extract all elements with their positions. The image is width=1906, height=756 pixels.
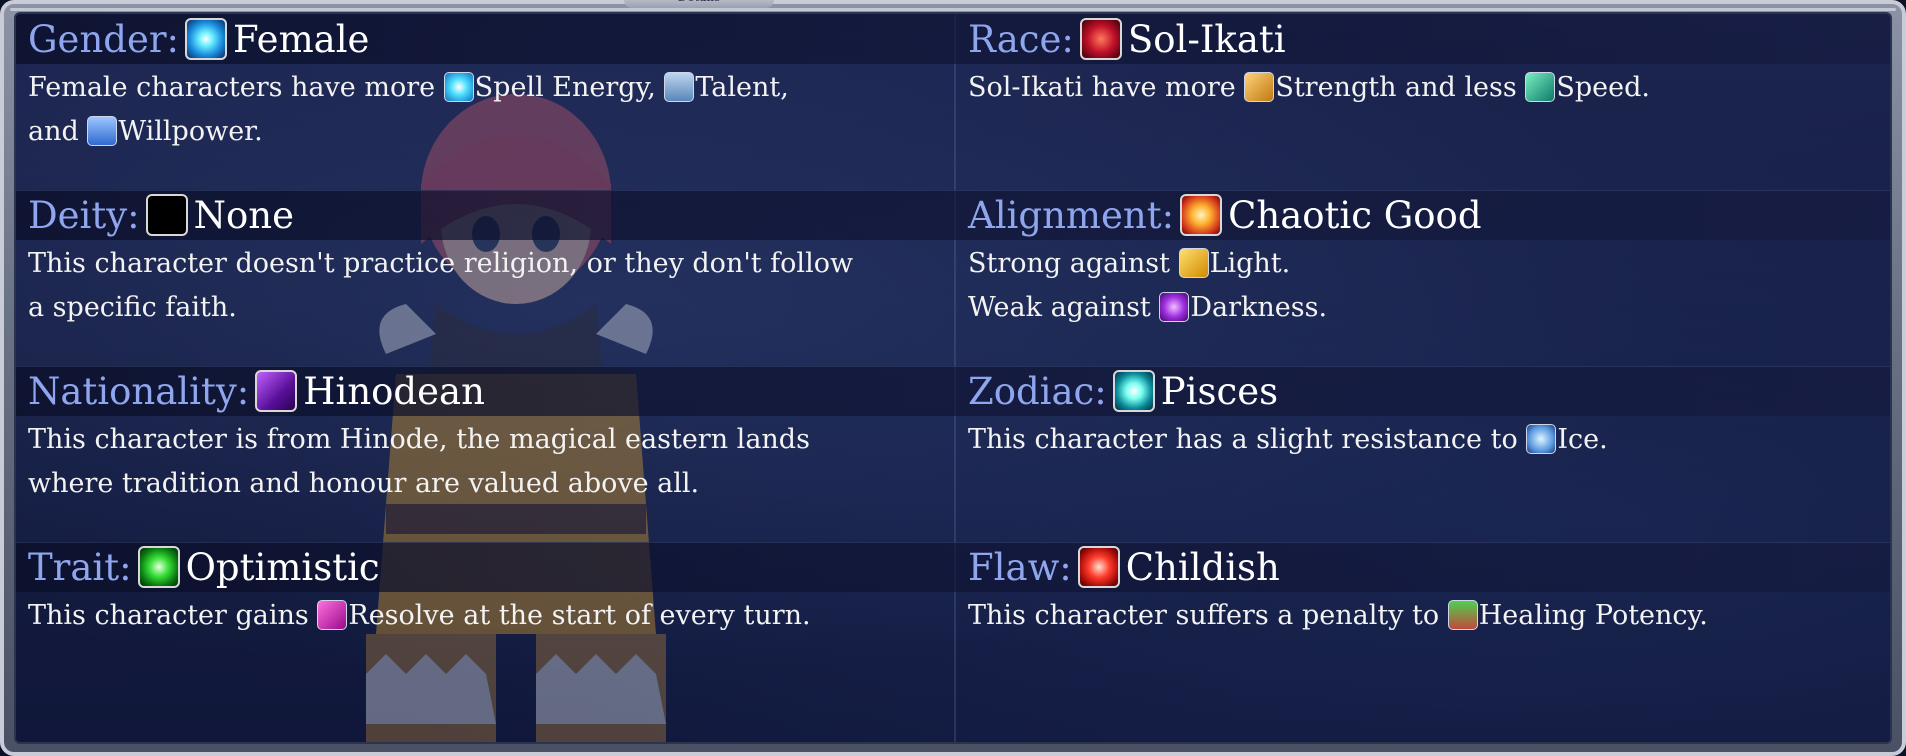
race-value: Sol-Ikati bbox=[1127, 17, 1286, 61]
window-title: Details bbox=[624, 0, 774, 8]
zodiac-label: Zodiac: bbox=[968, 369, 1107, 413]
desc-text: This character doesn't practice religion… bbox=[28, 248, 854, 279]
desc-text: Speed. bbox=[1556, 72, 1650, 103]
desc-text: Strength and less bbox=[1275, 72, 1526, 103]
gender-value: Female bbox=[233, 17, 370, 61]
alignment-label: Alignment: bbox=[968, 193, 1175, 237]
desc-text: Light. bbox=[1209, 248, 1291, 279]
trait-label: Trait: bbox=[28, 545, 132, 589]
desc-text: This character has a slight resistance t… bbox=[968, 424, 1527, 455]
flaw-value: Childish bbox=[1125, 545, 1280, 589]
desc-text: and bbox=[28, 116, 88, 147]
deity-value: None bbox=[193, 193, 295, 237]
desc-text: Talent, bbox=[695, 72, 789, 103]
deity-description: This character doesn't practice religion… bbox=[28, 242, 954, 330]
speed-icon bbox=[1525, 72, 1556, 102]
deity-label: Deity: bbox=[28, 193, 140, 237]
flaw-heading: Flaw: Childish bbox=[968, 542, 1890, 592]
desc-text: Sol-Ikati have more bbox=[968, 72, 1245, 103]
desc-text: Resolve at the start of every turn. bbox=[348, 600, 811, 631]
resolve-icon bbox=[317, 600, 348, 630]
desc-text: Ice. bbox=[1557, 424, 1608, 455]
nationality-description: This character is from Hinode, the magic… bbox=[28, 418, 954, 506]
strength-icon bbox=[1244, 72, 1275, 102]
deity-cell: Deity: None This character doesn't pract… bbox=[16, 190, 954, 330]
desc-text: This character suffers a penalty to bbox=[968, 600, 1448, 631]
green-orb-icon bbox=[137, 546, 180, 588]
desc-text: Darkness. bbox=[1190, 292, 1328, 323]
zodiac-cell: Zodiac: Pisces This character has a slig… bbox=[956, 366, 1890, 462]
trait-value: Optimistic bbox=[185, 545, 380, 589]
desc-text: Healing Potency. bbox=[1478, 600, 1708, 631]
gender-label: Gender: bbox=[28, 17, 180, 61]
desc-text: a specific faith. bbox=[28, 292, 237, 323]
pisces-star-icon bbox=[1112, 370, 1155, 412]
spell-energy-icon bbox=[443, 72, 474, 102]
race-label: Race: bbox=[968, 17, 1074, 61]
black-none-icon bbox=[145, 194, 188, 236]
trait-heading: Trait: Optimistic bbox=[28, 542, 954, 592]
deity-heading: Deity: None bbox=[28, 190, 954, 240]
nationality-cell: Nationality: Hinodean This character is … bbox=[16, 366, 954, 506]
race-heading: Race: Sol-Ikati bbox=[968, 14, 1890, 64]
race-cell: Race: Sol-Ikati Sol-Ikati have more Stre… bbox=[956, 14, 1890, 110]
nationality-heading: Nationality: Hinodean bbox=[28, 366, 954, 416]
details-window: Details Ge bbox=[0, 0, 1906, 756]
ice-icon bbox=[1526, 424, 1557, 454]
desc-text: This character gains bbox=[28, 600, 318, 631]
blue-orb-icon bbox=[185, 18, 228, 60]
desc-text: Strong against bbox=[968, 248, 1179, 279]
light-icon bbox=[1178, 248, 1209, 278]
desc-text: Willpower. bbox=[118, 116, 263, 147]
gender-heading: Gender: Female bbox=[28, 14, 954, 64]
desc-text: This character is from Hinode, the magic… bbox=[28, 424, 810, 455]
nationality-value: Hinodean bbox=[303, 369, 485, 413]
gender-description: Female characters have more Spell Energy… bbox=[28, 66, 954, 154]
darkness-eye-icon bbox=[1159, 292, 1190, 322]
zodiac-heading: Zodiac: Pisces bbox=[968, 366, 1890, 416]
purple-hinode-icon bbox=[255, 370, 298, 412]
willpower-shield-icon bbox=[87, 116, 118, 146]
flaw-cell: Flaw: Childish This character suffers a … bbox=[956, 542, 1890, 638]
zodiac-description: This character has a slight resistance t… bbox=[968, 418, 1890, 462]
talent-icon bbox=[664, 72, 695, 102]
desc-text: Weak against bbox=[968, 292, 1160, 323]
trait-description: This character gains Resolve at the star… bbox=[28, 594, 954, 638]
zodiac-value: Pisces bbox=[1160, 369, 1279, 413]
desc-text: Spell Energy, bbox=[474, 72, 665, 103]
race-description: Sol-Ikati have more Strength and less Sp… bbox=[968, 66, 1890, 110]
desc-text: where tradition and honour are valued ab… bbox=[28, 468, 700, 499]
alignment-heading: Alignment: Chaotic Good bbox=[968, 190, 1890, 240]
flaw-label: Flaw: bbox=[968, 545, 1072, 589]
alignment-description: Strong against Light. Weak against Darkn… bbox=[968, 242, 1890, 330]
alignment-cell: Alignment: Chaotic Good Strong against L… bbox=[956, 190, 1890, 330]
alignment-value: Chaotic Good bbox=[1228, 193, 1482, 237]
flaw-description: This character suffers a penalty to Heal… bbox=[968, 594, 1890, 638]
nationality-label: Nationality: bbox=[28, 369, 250, 413]
chaotic-good-sun-icon bbox=[1180, 194, 1223, 236]
gender-cell: Gender: Female Female characters have mo… bbox=[16, 14, 954, 154]
trait-cell: Trait: Optimistic This character gains R… bbox=[16, 542, 954, 638]
desc-text: Female characters have more bbox=[28, 72, 444, 103]
red-flame-icon bbox=[1077, 546, 1120, 588]
details-panel: Gender: Female Female characters have mo… bbox=[14, 12, 1892, 744]
red-race-emblem-icon bbox=[1079, 18, 1122, 60]
healing-potency-icon bbox=[1447, 600, 1478, 630]
